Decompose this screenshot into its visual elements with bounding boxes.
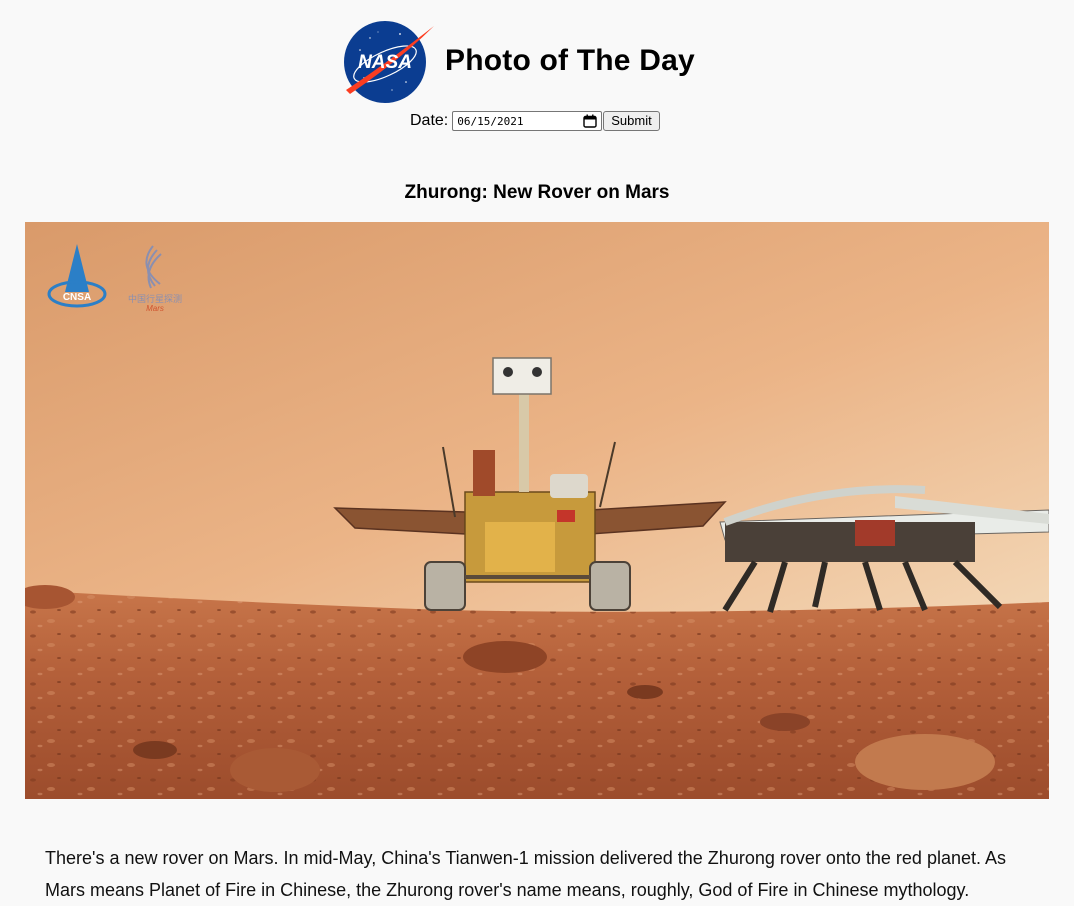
nasa-logo-text: NASA — [358, 52, 412, 73]
header: NASA Photo of The Day — [0, 0, 1074, 105]
calendar-icon[interactable] — [583, 114, 597, 128]
photo-title: Zhurong: New Rover on Mars — [404, 182, 670, 203]
date-form: Date: 06/15/2021 Submit — [410, 109, 660, 133]
photo-explanation: There's a new rover on Mars. In mid-May,… — [45, 848, 1006, 900]
date-input[interactable]: 06/15/2021 — [452, 111, 603, 131]
cnsa-label: CNSA — [63, 292, 91, 303]
date-label: Date: — [410, 112, 449, 129]
apod-photo: CNSA 中国行星探测 Mars — [25, 222, 1049, 799]
nasa-logo: NASA — [340, 20, 436, 104]
date-value: 06/15/2021 — [457, 114, 524, 128]
watermark-sub: Mars — [146, 304, 164, 313]
submit-button[interactable]: Submit — [603, 111, 660, 131]
page-title: Photo of The Day — [445, 44, 695, 77]
